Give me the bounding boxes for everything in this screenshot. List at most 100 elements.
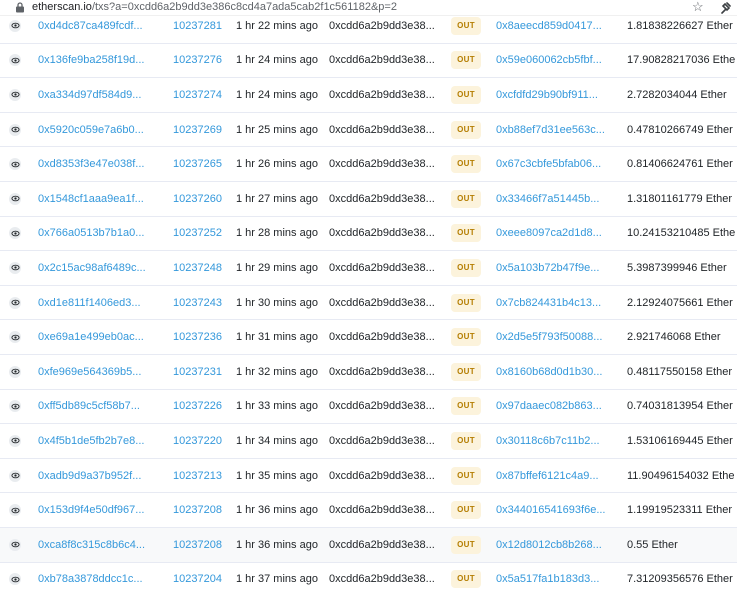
from-address: 0xcdd6a2b9dd3e38... xyxy=(329,331,435,344)
eye-icon[interactable] xyxy=(9,365,21,378)
block-link[interactable]: 10237231 xyxy=(173,365,222,379)
txn-hash-link[interactable]: 0x2c15ac98af6489c... xyxy=(38,261,146,275)
age-text: 1 hr 35 mins ago xyxy=(236,469,318,482)
eye-icon[interactable] xyxy=(9,296,21,309)
block-link[interactable]: 10237276 xyxy=(173,53,222,67)
eye-icon[interactable] xyxy=(9,434,21,447)
eye-icon[interactable] xyxy=(9,192,21,205)
table-row: 0xadb9d9a37b952f... 10237213 1 hr 35 mins … xyxy=(0,459,737,494)
to-address-link[interactable]: 0x5a103b72b47f9e... xyxy=(496,261,599,275)
to-address-link[interactable]: 0xb88ef7d31ee563c... xyxy=(496,123,605,137)
block-link[interactable]: 10237208 xyxy=(173,538,222,552)
to-address-link[interactable]: 0x67c3cbfe5bfab06... xyxy=(496,157,601,171)
direction-badge: OUT xyxy=(451,466,481,485)
txn-hash-link[interactable]: 0xca8f8c315c8b6c4... xyxy=(38,538,145,552)
txn-hash-link[interactable]: 0x4f5b1de5fb2b7e8... xyxy=(38,434,144,448)
block-link[interactable]: 10237243 xyxy=(173,296,222,310)
txn-hash-link[interactable]: 0xd8353f3e47e038f... xyxy=(38,157,144,171)
from-address: 0xcdd6a2b9dd3e38... xyxy=(329,54,435,67)
eye-icon[interactable] xyxy=(9,19,21,32)
eye-icon[interactable] xyxy=(9,54,21,67)
eye-icon[interactable] xyxy=(9,88,21,101)
block-link[interactable]: 10237269 xyxy=(173,123,222,137)
age-text: 1 hr 34 mins ago xyxy=(236,434,318,447)
eye-icon[interactable] xyxy=(9,400,21,413)
eye-icon[interactable] xyxy=(9,227,21,240)
value-text: 2.921746068 Ether xyxy=(627,331,721,344)
direction-badge: OUT xyxy=(451,120,481,139)
block-link[interactable]: 10237208 xyxy=(173,503,222,517)
block-link[interactable]: 10237204 xyxy=(173,572,222,586)
eye-icon[interactable] xyxy=(9,331,21,344)
to-address-link[interactable]: 0x97daaec082b863... xyxy=(496,399,602,413)
from-address: 0xcdd6a2b9dd3e38... xyxy=(329,296,435,309)
to-address-link[interactable]: 0x2d5e5f793f50088... xyxy=(496,330,602,344)
direction-badge: OUT xyxy=(451,51,481,70)
block-link[interactable]: 10237248 xyxy=(173,261,222,275)
direction-badge: OUT xyxy=(451,431,481,450)
eye-icon[interactable] xyxy=(9,573,21,586)
block-link[interactable]: 10237226 xyxy=(173,399,222,413)
eye-icon[interactable] xyxy=(9,469,21,482)
txn-hash-link[interactable]: 0xd4dc87ca489fcdf... xyxy=(38,19,143,33)
value-text: 0.74031813954 Ether xyxy=(627,400,733,413)
to-address-link[interactable]: 0x59e060062cb5fbf... xyxy=(496,53,602,67)
eye-icon[interactable] xyxy=(9,261,21,274)
age-text: 1 hr 27 mins ago xyxy=(236,192,318,205)
age-text: 1 hr 24 mins ago xyxy=(236,54,318,67)
block-link[interactable]: 10237252 xyxy=(173,226,222,240)
direction-badge: OUT xyxy=(451,570,481,589)
direction-badge: OUT xyxy=(451,397,481,416)
txn-hash-link[interactable]: 0xadb9d9a37b952f... xyxy=(38,469,141,483)
block-link[interactable]: 10237236 xyxy=(173,330,222,344)
txn-hash-link[interactable]: 0xb78a3878ddcc1c... xyxy=(38,572,143,586)
age-text: 1 hr 25 mins ago xyxy=(236,123,318,136)
to-address-link[interactable]: 0xcfdfd29b90bf911... xyxy=(496,88,598,102)
txn-hash-link[interactable]: 0xff5db89c5cf58b7... xyxy=(38,399,140,413)
to-address-link[interactable]: 0x344016541693f6e... xyxy=(496,503,606,517)
eye-icon[interactable] xyxy=(9,538,21,551)
direction-badge: OUT xyxy=(451,258,481,277)
to-address-link[interactable]: 0x33466f7a51445b... xyxy=(496,192,599,206)
txn-hash-link[interactable]: 0x766a0513b7b1a0... xyxy=(38,226,144,240)
to-address-link[interactable]: 0x7cb824431b4c13... xyxy=(496,296,601,310)
block-link[interactable]: 10237213 xyxy=(173,469,222,483)
block-link[interactable]: 10237220 xyxy=(173,434,222,448)
txn-hash-link[interactable]: 0xe69a1e499eb0ac... xyxy=(38,330,144,344)
value-text: 2.12924075661 Ether xyxy=(627,296,733,309)
from-address: 0xcdd6a2b9dd3e38... xyxy=(329,19,435,32)
value-text: 1.19919523311 Ether xyxy=(627,504,732,517)
from-address: 0xcdd6a2b9dd3e38... xyxy=(329,192,435,205)
txn-hash-link[interactable]: 0x1548cf1aaa9ea1f... xyxy=(38,192,144,206)
txn-hash-link[interactable]: 0xfe969e564369b5... xyxy=(38,365,141,379)
from-address: 0xcdd6a2b9dd3e38... xyxy=(329,504,435,517)
value-text: 5.3987399946 Ether xyxy=(627,261,727,274)
txn-hash-link[interactable]: 0xa334d97df584d9... xyxy=(38,88,141,102)
to-address-link[interactable]: 0x12d8012cb8b268... xyxy=(496,538,602,552)
eye-icon[interactable] xyxy=(9,158,21,171)
txn-hash-link[interactable]: 0x136fe9ba258f19d... xyxy=(38,53,144,67)
to-address-link[interactable]: 0x87bffef6121c4a9... xyxy=(496,469,599,483)
to-address-link[interactable]: 0x30118c6b7c11b2... xyxy=(496,434,600,448)
block-link[interactable]: 10237274 xyxy=(173,88,222,102)
to-address-link[interactable]: 0xeee8097ca2d1d8... xyxy=(496,226,602,240)
block-link[interactable]: 10237265 xyxy=(173,157,222,171)
from-address: 0xcdd6a2b9dd3e38... xyxy=(329,538,435,551)
txn-hash-link[interactable]: 0xd1e811f1406ed3... xyxy=(38,296,141,310)
to-address-link[interactable]: 0x8aeecd859d0417... xyxy=(496,19,602,33)
table-row: 0xd1e811f1406ed3... 10237243 1 hr 30 mins … xyxy=(0,286,737,321)
age-text: 1 hr 36 mins ago xyxy=(236,504,318,517)
direction-badge: OUT xyxy=(451,189,481,208)
txn-hash-link[interactable]: 0x5920c059e7a6b0... xyxy=(38,123,144,137)
transactions-table: 0xd4dc87ca489fcdf... 10237281 1 hr 22 mins… xyxy=(0,9,737,595)
eye-icon[interactable] xyxy=(9,504,21,517)
age-text: 1 hr 28 mins ago xyxy=(236,227,318,240)
eye-icon[interactable] xyxy=(9,123,21,136)
table-row: 0x2c15ac98af6489c... 10237248 1 hr 29 mins… xyxy=(0,251,737,286)
to-address-link[interactable]: 0x5a517fa1b183d3... xyxy=(496,572,599,586)
to-address-link[interactable]: 0x8160b68d0d1b30... xyxy=(496,365,602,379)
value-text: 0.48117550158 Ether xyxy=(627,365,732,378)
txn-hash-link[interactable]: 0x153d9f4e50df967... xyxy=(38,503,144,517)
block-link[interactable]: 10237281 xyxy=(173,19,222,33)
block-link[interactable]: 10237260 xyxy=(173,192,222,206)
